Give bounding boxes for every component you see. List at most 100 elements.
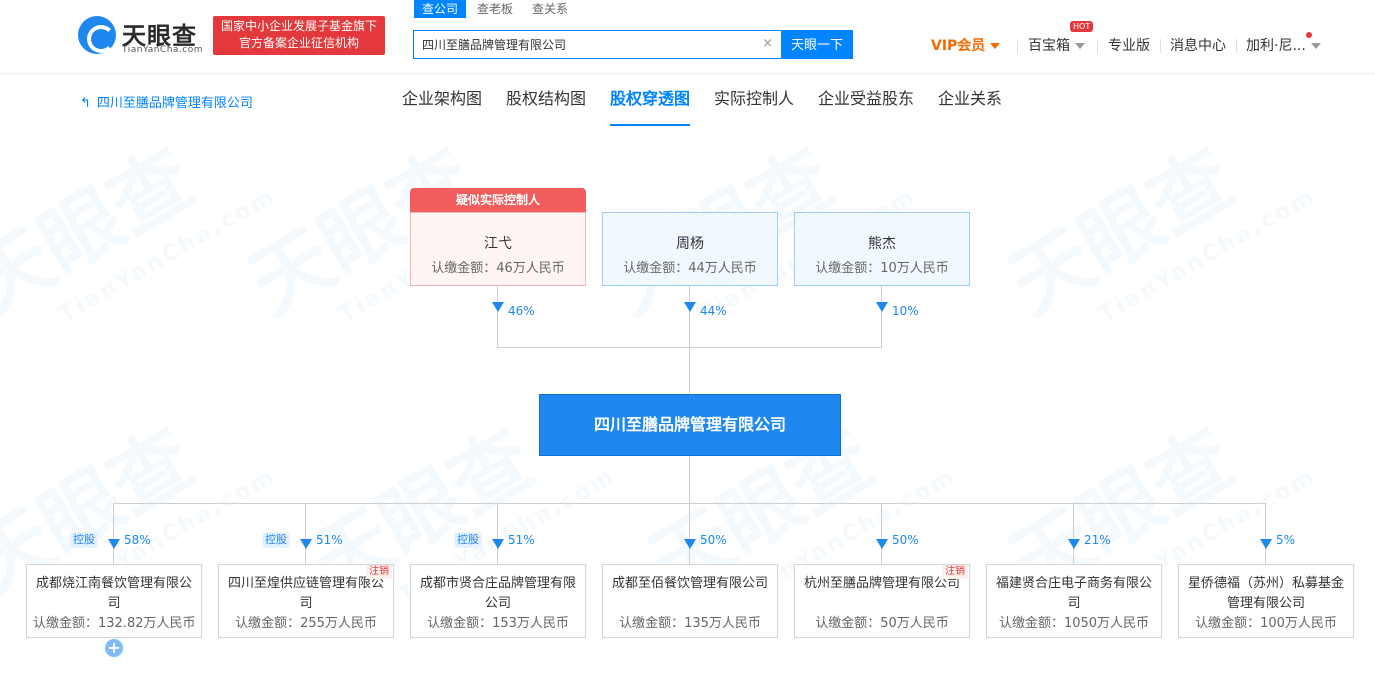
investment-node[interactable]: 成都市贤合庄品牌管理有限公司 认缴金额：153万人民币 [410, 564, 586, 638]
expand-plus-icon[interactable]: + [105, 639, 123, 657]
tab-enterprise-relations[interactable]: 企业关系 [938, 88, 1002, 126]
shareholder-node[interactable]: 江弋 认缴金额：46万人民币 [410, 212, 586, 286]
logo-subtitle: TianYanCha.com [122, 45, 204, 55]
investment-node[interactable]: 注销 四川至煌供应链管理有限公司 认缴金额：255万人民币 [218, 564, 394, 638]
share-percent: 46% [508, 304, 535, 318]
search-button[interactable]: 天眼一下 [781, 30, 853, 59]
arrow-down-icon [1260, 539, 1272, 549]
tab-equity-structure[interactable]: 股权结构图 [506, 88, 586, 126]
arrow-down-icon [1068, 539, 1080, 549]
search-tab-boss[interactable]: 查老板 [477, 0, 513, 18]
arrow-down-icon [684, 539, 696, 549]
arrow-down-icon [300, 539, 312, 549]
top-header: 天眼查 TianYanCha.com 国家中小企业发展子基金旗下 官方备案企业征… [0, 0, 1375, 74]
connector-line [881, 503, 882, 564]
arrow-down-icon [876, 539, 888, 549]
user-menu[interactable]: 加利·尼... [1246, 36, 1321, 56]
toolbox-label: 百宝箱 [1028, 38, 1070, 54]
message-center-link[interactable]: 消息中心 [1170, 36, 1226, 56]
tab-beneficial-owners[interactable]: 企业受益股东 [818, 88, 914, 126]
investment-node[interactable]: 成都烧江南餐饮管理有限公司 认缴金额：132.82万人民币 [26, 564, 202, 638]
notification-dot [1306, 32, 1312, 38]
hot-badge: HOT [1070, 21, 1094, 32]
shareholder-amount: 认缴金额：46万人民币 [431, 261, 565, 276]
investment-name: 四川至煌供应链管理有限公司 [227, 576, 384, 611]
investment-name: 杭州至膳品牌管理有限公司 [803, 576, 960, 591]
arrow-down-icon [876, 302, 888, 312]
investment-name: 成都烧江南餐饮管理有限公司 [35, 576, 192, 611]
nav-divider [1236, 39, 1237, 53]
investment-amount: 认缴金额：100万人民币 [1195, 616, 1337, 631]
investment-name: 成都市贤合庄品牌管理有限公司 [419, 576, 576, 611]
investment-name: 星侨德福（苏州）私募基金管理有限公司 [1187, 576, 1344, 611]
investment-node[interactable]: 福建贤合庄电子商务有限公司 认缴金额：1050万人民币 [986, 564, 1162, 638]
tab-enterprise-structure[interactable]: 企业架构图 [402, 88, 482, 126]
investment-name: 成都至佰餐饮管理有限公司 [611, 576, 768, 591]
investment-node[interactable]: 注销 杭州至膳品牌管理有限公司 认缴金额：50万人民币 [794, 564, 970, 638]
investment-amount: 认缴金额：1050万人民币 [998, 616, 1150, 631]
share-percent: 50% [892, 533, 919, 547]
shareholder-node[interactable]: 周杨 认缴金额：44万人民币 [602, 212, 778, 286]
suspected-controller-banner: 疑似实际控制人 [410, 188, 586, 212]
back-link-label: 四川至膳品牌管理有限公司 [96, 96, 253, 111]
connector-line [113, 503, 1266, 504]
share-percent: 44% [700, 304, 727, 318]
search-tab-relation[interactable]: 查关系 [532, 0, 568, 18]
arrow-down-icon [492, 539, 504, 549]
tab-actual-controller[interactable]: 实际控制人 [714, 88, 794, 126]
holding-tag: 控股 [70, 532, 98, 548]
investment-amount: 认缴金额：50万人民币 [815, 616, 949, 631]
investment-node[interactable]: 星侨德福（苏州）私募基金管理有限公司 认缴金额：100万人民币 [1178, 564, 1354, 638]
chevron-down-icon [1075, 43, 1085, 49]
toolbox-menu[interactable]: 百宝箱 [1028, 36, 1085, 56]
shareholder-amount: 认缴金额：10万人民币 [815, 261, 949, 276]
user-name: 加利·尼... [1246, 38, 1306, 54]
clear-icon[interactable]: × [762, 37, 773, 51]
vip-menu[interactable]: VIP会员 [931, 36, 1001, 56]
connector-line [1073, 503, 1074, 564]
search-box: × [413, 30, 781, 59]
shareholder-name: 熊杰 [868, 236, 896, 252]
tab-equity-penetration[interactable]: 股权穿透图 [610, 88, 691, 126]
share-percent: 58% [124, 533, 151, 547]
connector-line [881, 286, 882, 347]
share-percent: 50% [700, 533, 727, 547]
share-percent: 10% [892, 304, 919, 318]
investment-node[interactable]: 成都至佰餐饮管理有限公司 认缴金额：135万人民币 [602, 564, 778, 638]
cancelled-tag: 注销 [366, 565, 392, 579]
gov-badge-line2: 官方备案企业征信机构 [238, 36, 359, 50]
site-logo[interactable]: 天眼查 TianYanCha.com [78, 16, 208, 56]
investment-amount: 认缴金额：153万人民币 [427, 616, 569, 631]
cancelled-tag: 注销 [942, 565, 968, 579]
nav-divider [1160, 39, 1161, 53]
shareholder-amount: 认缴金额：44万人民币 [623, 261, 757, 276]
arrow-down-icon [684, 302, 696, 312]
nav-divider [1017, 39, 1018, 53]
connector-line [113, 503, 114, 564]
center-company-node[interactable]: 四川至膳品牌管理有限公司 [539, 394, 841, 456]
gov-badge-line1: 国家中小企业发展子基金旗下 [220, 19, 377, 33]
connector-line [497, 503, 498, 564]
shareholder-name: 周杨 [676, 236, 704, 252]
search-input[interactable] [422, 31, 752, 58]
watermark: 天眼查TianYanCha.com [994, 131, 1321, 332]
investment-amount: 认缴金额：255万人民币 [235, 616, 377, 631]
connector-line [305, 503, 306, 564]
investment-amount: 认缴金额：135万人民币 [619, 616, 761, 631]
watermark: 天眼查TianYanCha.com [0, 131, 281, 332]
holding-tag: 控股 [454, 532, 482, 548]
arrow-down-icon [492, 302, 504, 312]
search-tab-company[interactable]: 查公司 [414, 0, 467, 18]
shareholder-node[interactable]: 熊杰 认缴金额：10万人民币 [794, 212, 970, 286]
back-arrow-icon: ↰ [80, 96, 91, 111]
chevron-down-icon [1310, 43, 1321, 49]
holding-tag: 控股 [262, 532, 290, 548]
pro-version-link[interactable]: 专业版 [1108, 36, 1150, 56]
share-percent: 51% [508, 533, 535, 547]
vip-label: VIP会员 [931, 38, 986, 54]
connector-line [497, 286, 498, 347]
connector-line [1265, 503, 1266, 564]
nav-divider [1097, 39, 1098, 53]
back-to-company-link[interactable]: ↰ 四川至膳品牌管理有限公司 [80, 92, 253, 111]
investment-amount: 认缴金额：132.82万人民币 [33, 616, 196, 631]
